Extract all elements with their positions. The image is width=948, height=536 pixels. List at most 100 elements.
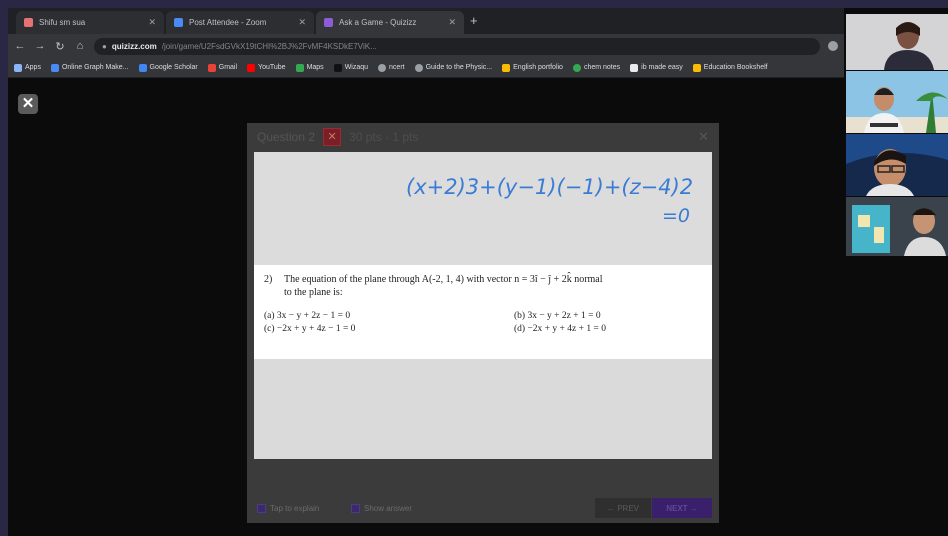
participant-avatar [846, 134, 948, 196]
question-stem-line-1: The equation of the plane through A(-2, … [284, 274, 603, 285]
bookmark-label: ncert [389, 64, 405, 71]
option-label: (d) [514, 324, 526, 334]
option-text: 3x − y + 2z − 1 = 0 [276, 311, 351, 321]
close-icon[interactable]: ✕ [323, 128, 342, 146]
bookmark-item[interactable]: Gmail [207, 63, 237, 72]
home-icon[interactable]: ⌂ [74, 40, 86, 52]
address-bar[interactable]: ● quizizz.com /join/game/U2FsdGVkX19tCHI… [94, 37, 820, 55]
address-host: quizizz.com [111, 41, 157, 51]
checkbox-icon [351, 503, 360, 513]
bookmark-label: YouTube [258, 64, 286, 71]
checkbox-icon [257, 503, 266, 513]
prev-button[interactable]: ← PREV [595, 498, 651, 518]
bookmark-item[interactable]: Education Bookshelf [692, 63, 768, 72]
option-c: (c) −2x + y + 4z − 1 = 0 [264, 324, 514, 334]
bookmark-item[interactable]: ncert [378, 63, 405, 72]
bookmark-label: Apps [25, 64, 41, 71]
explain-label: Tap to explain [270, 503, 320, 513]
close-icon[interactable]: ✕ [148, 17, 156, 28]
browser-tab[interactable]: Post Attendee - Zoom ✕ [166, 11, 314, 34]
bookmark-item[interactable]: English portfolio [502, 63, 563, 72]
answer-options: (a) 3x − y + 2z − 1 = 0 (b) 3x − y + 2z … [264, 311, 702, 334]
tab-title: Shifu sm sua [39, 18, 86, 27]
bookmark-label: chem notes [583, 64, 621, 71]
participant-video-tile[interactable] [846, 71, 948, 133]
maps-icon [295, 63, 304, 72]
bookmark-label: Google Scholar [149, 64, 198, 71]
bookmark-item[interactable]: chem notes [572, 63, 621, 72]
participant-video-tile[interactable] [846, 134, 948, 196]
tab-favicon [324, 18, 333, 27]
bookmark-favicon [50, 63, 59, 72]
points-label: 30 pts · 1 pts [349, 130, 419, 144]
tab-title: Ask a Game - Quizizz [339, 18, 417, 27]
bookmark-item[interactable]: YouTube [247, 63, 286, 72]
address-path: /join/game/U2FsdGVkX19tCHI%2BJ%2FvMF4KSD… [161, 41, 377, 51]
annotation-area: (x+2)3+(y−1)(−1)+(z−4)2 =0 [254, 152, 712, 265]
bookmark-item[interactable]: Apps [14, 63, 41, 72]
show-answer-button[interactable]: Show answer [351, 498, 412, 518]
question-modal: Question 2 ✕ 30 pts · 1 pts ✕ (x+2)3+(y−… [247, 123, 719, 523]
browser-tab[interactable]: Shifu sm sua ✕ [16, 11, 164, 34]
close-icon[interactable]: ✕ [298, 17, 306, 28]
handwriting-line-1: (x+2)3+(y−1)(−1)+(z−4)2 [406, 175, 693, 199]
option-text: −2x + y + 4z − 1 = 0 [276, 324, 356, 334]
bookmark-item[interactable]: Maps [295, 63, 324, 72]
quiz-close-button[interactable]: ✕ [18, 94, 38, 114]
bookmark-label: Maps [306, 64, 324, 71]
modal-footer: Tap to explain Show answer ← PREV NEXT → [247, 498, 719, 520]
bookmarks-bar: Apps Online Graph Make... Google Scholar… [8, 58, 844, 78]
tab-title: Post Attendee - Zoom [189, 18, 267, 27]
reload-icon[interactable]: ↻ [54, 40, 66, 53]
browser-toolbar: ← → ↻ ⌂ ● quizizz.com /join/game/U2FsdGV… [8, 34, 844, 58]
screen-share-frame: Shifu sm sua ✕ Post Attendee - Zoom ✕ As… [8, 8, 948, 536]
question-number: 2) [264, 274, 273, 285]
bookmark-label: English portfolio [513, 64, 563, 71]
participant-video-tile[interactable] [846, 197, 948, 256]
modal-header: Question 2 ✕ 30 pts · 1 pts ✕ [247, 123, 719, 151]
globe-icon [414, 63, 423, 72]
browser-tab-active[interactable]: Ask a Game - Quizizz ✕ [316, 11, 464, 34]
question-card: (x+2)3+(y−1)(−1)+(z−4)2 =0 2) The equatio… [254, 152, 712, 459]
blank-area [254, 359, 712, 459]
next-button[interactable]: NEXT → [652, 498, 712, 518]
option-label: (a) [264, 311, 275, 321]
bookmark-item[interactable]: Wizaqu [333, 63, 369, 72]
option-label: (c) [264, 324, 275, 334]
close-icon[interactable]: ✕ [448, 17, 456, 28]
tab-favicon [174, 18, 183, 27]
option-text: −2x + y + 4z + 1 = 0 [527, 324, 606, 334]
option-d: (d) −2x + y + 4z + 1 = 0 [514, 324, 704, 334]
question-stem: 2) The equation of the plane through A(-2… [264, 273, 702, 299]
bookmark-favicon [572, 63, 581, 72]
show-answer-label: Show answer [364, 503, 413, 513]
youtube-icon [247, 63, 256, 72]
bookmark-item[interactable]: Online Graph Make... [50, 63, 129, 72]
handwritten-annotation: (x+2)3+(y−1)(−1)+(z−4)2 =0 [406, 175, 693, 227]
bookmark-label: Online Graph Make... [61, 64, 129, 71]
bookmark-favicon [692, 63, 701, 72]
handwriting-line-2: =0 [662, 205, 690, 227]
question-text-block: 2) The equation of the plane through A(-2… [254, 265, 712, 359]
bookmark-label: Wizaqu [344, 64, 369, 71]
modal-close-button[interactable]: ✕ [698, 129, 709, 145]
option-label: (b) [514, 311, 526, 321]
bookmark-item[interactable]: Guide to the Physic... [414, 63, 493, 72]
option-a: (a) 3x − y + 2z − 1 = 0 [264, 311, 514, 321]
bookmark-item[interactable]: ib made easy [630, 63, 683, 72]
drive-icon [502, 63, 511, 72]
bookmark-favicon [138, 63, 147, 72]
bookmark-favicon [630, 63, 639, 72]
bookmark-item[interactable]: Google Scholar [138, 63, 198, 72]
bookmark-label: Guide to the Physic... [425, 64, 493, 71]
new-tab-button[interactable]: + [470, 14, 478, 28]
apps-icon [14, 63, 22, 72]
forward-arrow-icon[interactable]: → [34, 40, 46, 52]
participant-video-tile[interactable] [846, 14, 948, 70]
back-arrow-icon[interactable]: ← [14, 40, 26, 52]
question-number-label: Question 2 [257, 130, 316, 144]
profile-icon[interactable] [828, 41, 838, 51]
bookmark-label: Education Bookshelf [703, 64, 768, 71]
explain-button[interactable]: Tap to explain [257, 498, 319, 518]
option-text: 3x − y + 2z + 1 = 0 [527, 311, 601, 321]
